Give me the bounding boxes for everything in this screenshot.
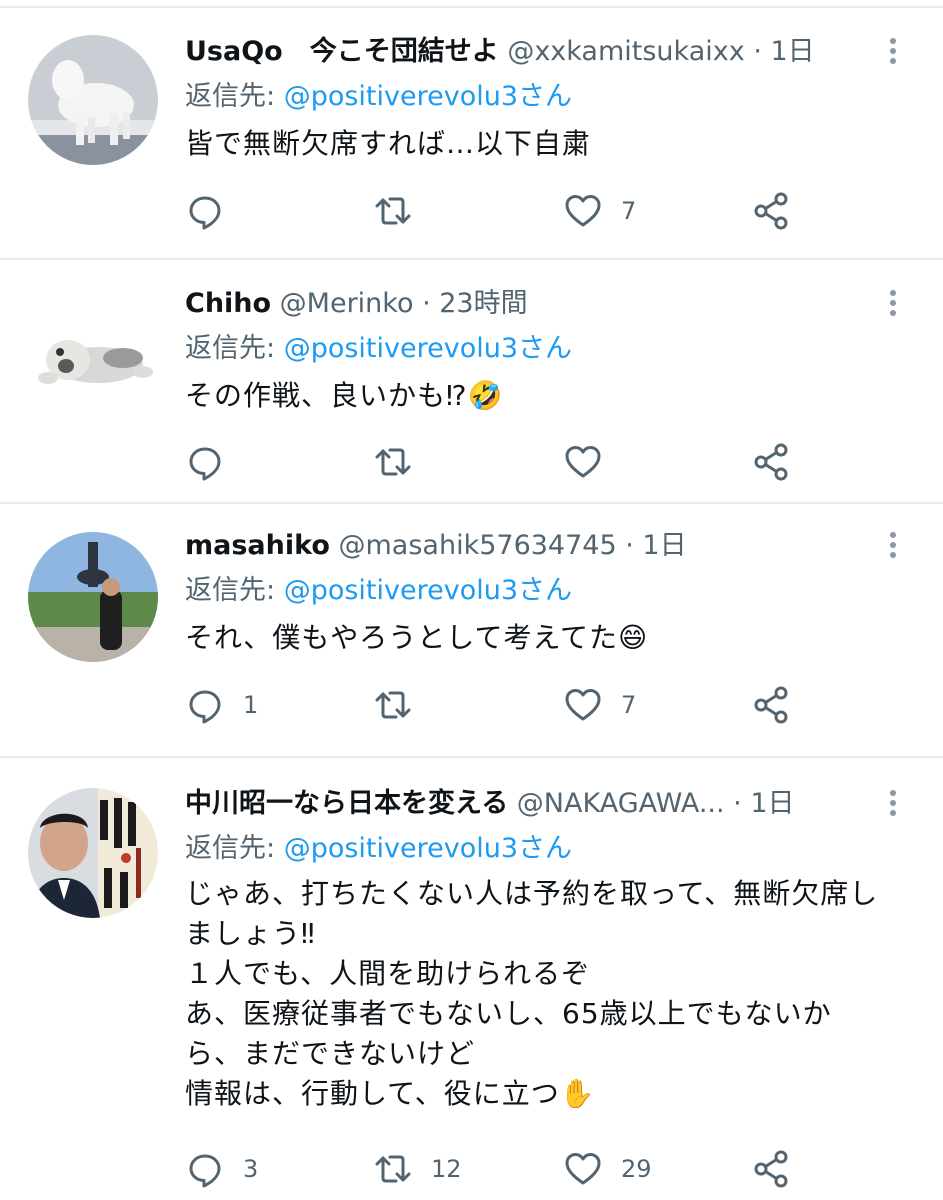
like-button[interactable]: 29 <box>563 1144 652 1194</box>
reply-mention-link[interactable]: @positiverevolu3さん <box>284 575 572 606</box>
share-icon <box>754 443 788 481</box>
tweet-header: masahiko @masahik57634745 · 1日 <box>185 524 903 568</box>
like-count: 29 <box>621 1155 652 1183</box>
handle[interactable]: @NAKAGAWA... <box>517 788 725 819</box>
reply-mention-link[interactable]: @positiverevolu3さん <box>284 833 572 864</box>
retweet-icon <box>375 448 411 476</box>
action-bar: 1 7 <box>185 680 885 730</box>
action-bar: 3 12 29 <box>185 1144 885 1194</box>
display-name[interactable]: 中川昭一なら日本を変える <box>185 788 508 819</box>
reply-mention-link[interactable]: @positiverevolu3さん <box>284 333 572 364</box>
retweet-button[interactable] <box>373 186 431 236</box>
share-icon <box>754 686 788 724</box>
reply-icon <box>189 1154 221 1188</box>
retweet-icon <box>375 1155 411 1183</box>
reply-icon <box>189 690 221 724</box>
avatar[interactable] <box>28 290 158 420</box>
retweet-icon <box>375 197 411 225</box>
tweet-header: 中川昭一なら日本を変える @NAKAGAWA... · 1日 <box>185 782 903 826</box>
reply-button[interactable] <box>185 186 243 236</box>
tweet-text-line: あ、医療従事者でもないし、65歳以上でもないか <box>185 997 832 1030</box>
action-bar <box>185 437 885 487</box>
retweet-button[interactable] <box>373 437 431 487</box>
share-icon <box>754 192 788 230</box>
tweet-text: じゃあ、打ちたくない人は予約を取って、無断欠席し ましょう‼ １人でも、人間を助… <box>185 874 903 1114</box>
tweet[interactable]: masahiko @masahik57634745 · 1日 返信先: @pos… <box>0 504 943 756</box>
reply-to: 返信先: @positiverevolu3さん <box>185 568 903 614</box>
timestamp[interactable]: · 1日 <box>625 530 686 561</box>
more-vertical-icon[interactable] <box>883 286 903 326</box>
tweet-text-line: じゃあ、打ちたくない人は予約を取って、無断欠席し <box>185 877 879 910</box>
action-bar: 7 <box>185 186 885 236</box>
share-button[interactable] <box>751 680 791 730</box>
more-vertical-icon[interactable] <box>883 528 903 568</box>
reply-prefix: 返信先: <box>185 333 284 364</box>
avatar[interactable] <box>28 35 158 165</box>
tweet-text-line: 皆で無断欠席すれば…以下自粛 <box>185 127 592 160</box>
share-icon <box>754 1150 788 1188</box>
reply-mention-link[interactable]: @positiverevolu3さん <box>284 81 572 112</box>
heart-icon <box>565 195 601 227</box>
timestamp[interactable]: · 1日 <box>733 788 794 819</box>
display-name[interactable]: masahiko <box>185 530 330 561</box>
heart-icon <box>565 1153 601 1185</box>
tweet-text-line: 情報は、行動して、役に立つ✋ <box>185 1077 596 1110</box>
like-button[interactable] <box>563 437 621 487</box>
reply-prefix: 返信先: <box>185 81 284 112</box>
like-count: 7 <box>621 197 637 225</box>
share-button[interactable] <box>751 437 791 487</box>
handle[interactable]: @xxkamitsukaixx <box>507 36 744 67</box>
display-name[interactable]: UsaQo 今こそ団結せよ <box>185 36 499 67</box>
tweet-header: Chiho @Merinko · 23時間 <box>185 282 903 326</box>
avatar[interactable] <box>28 788 158 918</box>
tweet-text: 皆で無断欠席すれば…以下自粛 <box>185 122 903 166</box>
reply-to: 返信先: @positiverevolu3さん <box>185 826 903 872</box>
retweet-count: 12 <box>431 1155 462 1183</box>
timestamp[interactable]: · 23時間 <box>422 288 528 319</box>
reply-to: 返信先: @positiverevolu3さん <box>185 74 903 120</box>
share-button[interactable] <box>751 186 791 236</box>
tweet-text: それ、僕もやろうとして考えてた😄 <box>185 616 903 660</box>
reply-count: 1 <box>243 691 259 719</box>
retweet-icon <box>375 691 411 719</box>
reply-prefix: 返信先: <box>185 833 284 864</box>
tweet[interactable]: UsaQo 今こそ団結せよ @xxkamitsukaixx · 1日 返信先: … <box>0 8 943 258</box>
tweet[interactable]: Chiho @Merinko · 23時間 返信先: @positiverevo… <box>0 260 943 502</box>
heart-icon <box>565 689 601 721</box>
more-vertical-icon[interactable] <box>883 786 903 826</box>
reply-icon <box>189 196 221 230</box>
reply-icon <box>189 447 221 481</box>
reply-prefix: 返信先: <box>185 575 284 606</box>
like-button[interactable]: 7 <box>563 680 636 730</box>
reply-count: 3 <box>243 1155 259 1183</box>
tweet-text-line: ましょう‼ <box>185 917 316 950</box>
like-button[interactable]: 7 <box>563 186 636 236</box>
retweet-button[interactable] <box>373 680 431 730</box>
handle[interactable]: @Merinko <box>280 288 414 319</box>
reply-button[interactable]: 3 <box>185 1144 258 1194</box>
heart-icon <box>565 446 601 478</box>
tweet[interactable]: 中川昭一なら日本を変える @NAKAGAWA... · 1日 返信先: @pos… <box>0 758 943 1200</box>
handle[interactable]: @masahik57634745 <box>339 530 617 561</box>
reply-button[interactable] <box>185 437 243 487</box>
display-name[interactable]: Chiho <box>185 288 271 319</box>
tweet-header: UsaQo 今こそ団結せよ @xxkamitsukaixx · 1日 <box>185 30 903 74</box>
avatar[interactable] <box>28 532 158 662</box>
tweet-text: その作戦、良いかも⁉🤣 <box>185 374 903 418</box>
retweet-button[interactable]: 12 <box>373 1144 462 1194</box>
tweet-text-line: ら、まだできないけど <box>185 1037 476 1070</box>
more-vertical-icon[interactable] <box>883 34 903 74</box>
reply-to: 返信先: @positiverevolu3さん <box>185 326 903 372</box>
timestamp[interactable]: · 1日 <box>753 36 814 67</box>
tweet-text-line: １人でも、人間を助けられるぞ <box>185 957 591 990</box>
tweet-text-line: それ、僕もやろうとして考えてた😄 <box>185 621 649 654</box>
tweet-text-line: その作戦、良いかも⁉🤣 <box>185 379 504 412</box>
like-count: 7 <box>621 691 637 719</box>
reply-button[interactable]: 1 <box>185 680 258 730</box>
share-button[interactable] <box>751 1144 791 1194</box>
